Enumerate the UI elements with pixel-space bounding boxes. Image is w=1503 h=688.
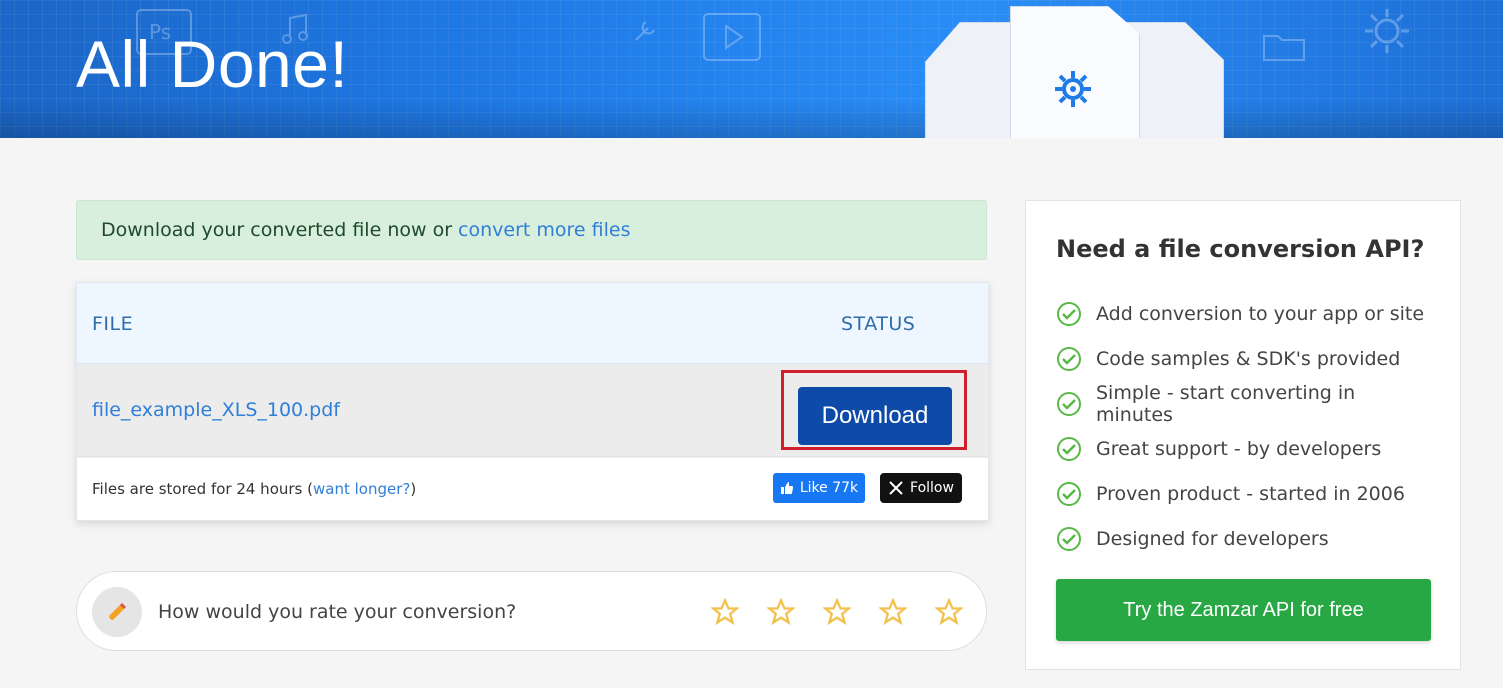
thumbs-up-icon — [780, 482, 793, 494]
follow-label: Follow — [910, 480, 954, 496]
list-item-label: Designed for developers — [1096, 527, 1329, 550]
conversion-results: Download your converted file now or conv… — [76, 200, 989, 651]
api-feature-list: Add conversion to your app or site Code … — [1056, 291, 1430, 561]
success-alert: Download your converted file now or conv… — [76, 200, 987, 260]
file-table-footer: Files are stored for 24 hours (want long… — [77, 457, 988, 520]
file-table-header: FILE STATUS — [77, 283, 988, 364]
convert-more-files-link[interactable]: convert more files — [458, 219, 630, 241]
list-item: Code samples & SDK's provided — [1056, 336, 1430, 381]
check-circle-icon — [1057, 481, 1081, 506]
pencil-icon — [92, 587, 142, 637]
wrench-icon — [635, 21, 655, 41]
check-circle-icon — [1057, 346, 1081, 371]
download-button[interactable]: Download — [798, 387, 952, 445]
api-sidebar-title: Need a file conversion API? — [1056, 235, 1425, 263]
star-icon[interactable] — [879, 598, 907, 626]
file-column-header: FILE — [92, 313, 134, 335]
list-item-label: Add conversion to your app or site — [1096, 302, 1425, 325]
rating-panel: How would you rate your conversion? — [76, 571, 987, 651]
storage-note-prefix: Files are stored for 24 hours ( — [92, 480, 313, 498]
star-icon[interactable] — [711, 598, 739, 626]
like-label: Like 77k — [799, 480, 859, 496]
list-item: Proven product - started in 2006 — [1056, 471, 1430, 516]
star-icon[interactable] — [935, 598, 963, 626]
play-icon — [703, 13, 761, 61]
check-circle-icon — [1057, 391, 1081, 416]
list-item-label: Proven product - started in 2006 — [1096, 482, 1405, 505]
rating-stars — [711, 598, 963, 626]
check-circle-icon — [1057, 436, 1081, 461]
document-illustration-center — [1010, 6, 1140, 138]
page-title: All Done! — [76, 27, 349, 101]
star-icon[interactable] — [767, 598, 795, 626]
list-item: Great support - by developers — [1056, 426, 1430, 471]
list-item-label: Great support - by developers — [1096, 437, 1382, 460]
list-item-label: Code samples & SDK's provided — [1096, 347, 1401, 370]
hero-banner: All Done! Ps — [0, 0, 1503, 138]
x-follow-button[interactable]: Follow — [880, 473, 962, 503]
list-item-label: Simple - start converting in minutes — [1096, 381, 1356, 426]
storage-note-suffix: ) — [410, 480, 417, 498]
download-highlight-box: Download — [781, 370, 967, 450]
check-circle-icon — [1057, 301, 1081, 326]
folder-icon — [1263, 35, 1305, 61]
api-sidebar: Need a file conversion API? Add conversi… — [1025, 200, 1461, 670]
file-table: FILE STATUS file_example_XLS_100.pdf Dow… — [76, 282, 989, 521]
storage-note: Files are stored for 24 hours (want long… — [92, 480, 416, 498]
check-circle-icon — [1057, 526, 1081, 551]
list-item: Designed for developers — [1056, 516, 1430, 561]
want-longer-link[interactable]: want longer? — [313, 480, 410, 498]
list-item: Add conversion to your app or site — [1056, 291, 1430, 336]
table-row: file_example_XLS_100.pdf Download — [77, 364, 988, 457]
rating-question: How would you rate your conversion? — [158, 601, 517, 623]
file-name-link[interactable]: file_example_XLS_100.pdf — [92, 399, 340, 421]
gear-icon — [1055, 71, 1091, 107]
x-logo-icon — [889, 481, 903, 495]
star-icon[interactable] — [823, 598, 851, 626]
facebook-like-button[interactable]: Like 77k — [773, 473, 865, 503]
status-column-header: STATUS — [841, 313, 916, 335]
alert-message: Download your converted file now or — [101, 219, 459, 241]
list-item: Simple - start converting in minutes — [1056, 381, 1430, 426]
gear-icon — [1365, 9, 1409, 53]
try-api-button[interactable]: Try the Zamzar API for free — [1056, 579, 1431, 641]
